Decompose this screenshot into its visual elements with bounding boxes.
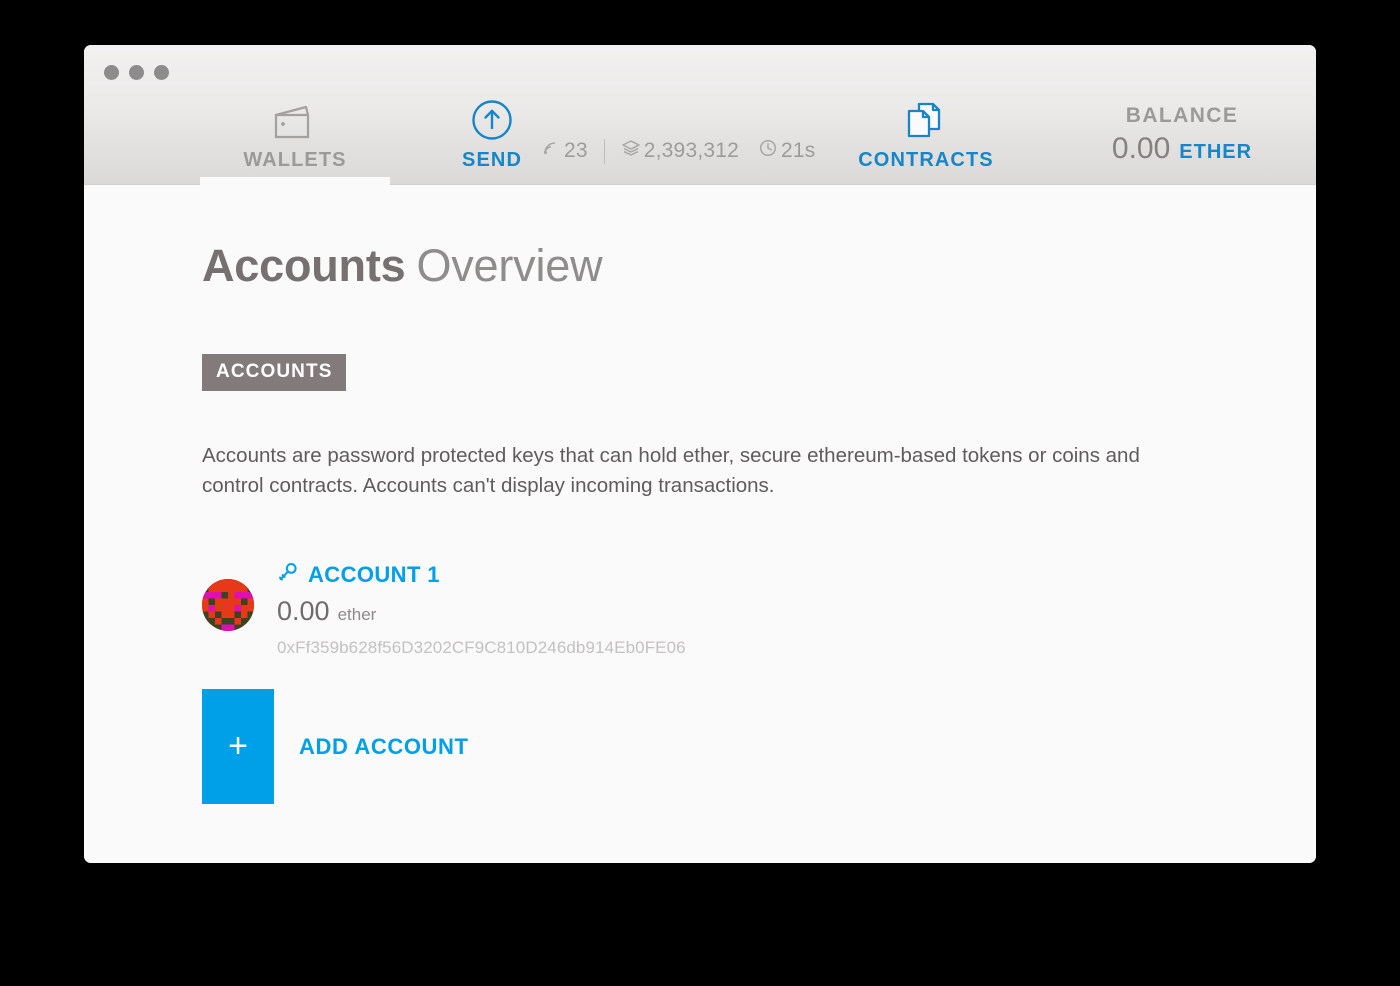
- account-name-row[interactable]: ACCOUNT 1: [277, 561, 686, 588]
- stats-divider: [603, 138, 605, 164]
- section-description: Accounts are password protected keys tha…: [202, 444, 1140, 497]
- account-info: ACCOUNT 1 0.00 ether 0xFf359b628f56D3202…: [277, 557, 686, 658]
- account-name: ACCOUNT 1: [308, 561, 440, 587]
- window-controls: [104, 65, 169, 80]
- key-icon: [277, 561, 299, 588]
- tab-send-label: SEND: [462, 149, 522, 171]
- app-window: WALLETS SEND 23 2,393,312 21s CONTRACTS …: [84, 45, 1316, 863]
- block-number-value: 2,393,312: [643, 139, 739, 162]
- add-account-label[interactable]: ADD ACCOUNT: [299, 734, 469, 760]
- close-button[interactable]: [104, 65, 119, 80]
- tab-contracts-label: CONTRACTS: [858, 149, 994, 171]
- signal-icon: [541, 138, 561, 164]
- minimize-button[interactable]: [129, 65, 144, 80]
- balance-label: BALANCE: [1125, 104, 1239, 127]
- page-title: Accounts Overview: [202, 240, 1316, 292]
- account-balance-amount: 0.00: [277, 596, 330, 626]
- tab-send[interactable]: SEND: [432, 98, 552, 184]
- list-item[interactable]: ACCOUNT 1 0.00 ether 0xFf359b628f56D3202…: [202, 557, 1316, 658]
- account-address: 0xFf359b628f56D3202CF9C810D246db914Eb0FE…: [277, 638, 686, 657]
- peer-count-value: 23: [564, 139, 588, 162]
- tab-contracts[interactable]: CONTRACTS: [826, 98, 1026, 184]
- account-balance-unit: ether: [337, 605, 377, 624]
- tab-wallets[interactable]: WALLETS: [200, 98, 390, 185]
- balance-value-row: 0.00 ETHER: [1072, 132, 1292, 166]
- maximize-button[interactable]: [154, 65, 169, 80]
- documents-icon: [902, 98, 950, 142]
- toolbar: WALLETS SEND 23 2,393,312 21s CONTRACTS …: [84, 45, 1316, 185]
- peer-count: 23: [541, 138, 588, 164]
- block-time-value: 21s: [781, 139, 816, 162]
- section-badge-accounts: ACCOUNTS: [202, 354, 347, 391]
- block-number: 2,393,312: [621, 138, 739, 164]
- plus-icon: +: [228, 726, 248, 765]
- page-title-light: Overview: [416, 240, 603, 291]
- block-time: 21s: [758, 138, 815, 164]
- wallet-icon: [272, 98, 318, 142]
- clock-icon: [758, 138, 778, 164]
- balance-amount: 0.00: [1111, 132, 1171, 165]
- balance-display: BALANCE 0.00 ETHER: [1072, 104, 1292, 166]
- node-stats: 23 2,393,312 21s: [541, 138, 815, 164]
- balance-unit: ETHER: [1179, 141, 1253, 163]
- add-account-row[interactable]: + ADD ACCOUNT: [202, 689, 1316, 804]
- add-account-button[interactable]: +: [202, 689, 274, 804]
- send-arrow-up-circle-icon: [470, 98, 514, 142]
- account-balance-row: 0.00 ether: [277, 596, 686, 627]
- layers-icon: [621, 138, 641, 164]
- avatar: [202, 579, 254, 631]
- page-title-strong: Accounts: [202, 240, 406, 291]
- main-content: Accounts Overview ACCOUNTS Accounts are p…: [84, 185, 1316, 863]
- tab-wallets-label: WALLETS: [243, 149, 347, 171]
